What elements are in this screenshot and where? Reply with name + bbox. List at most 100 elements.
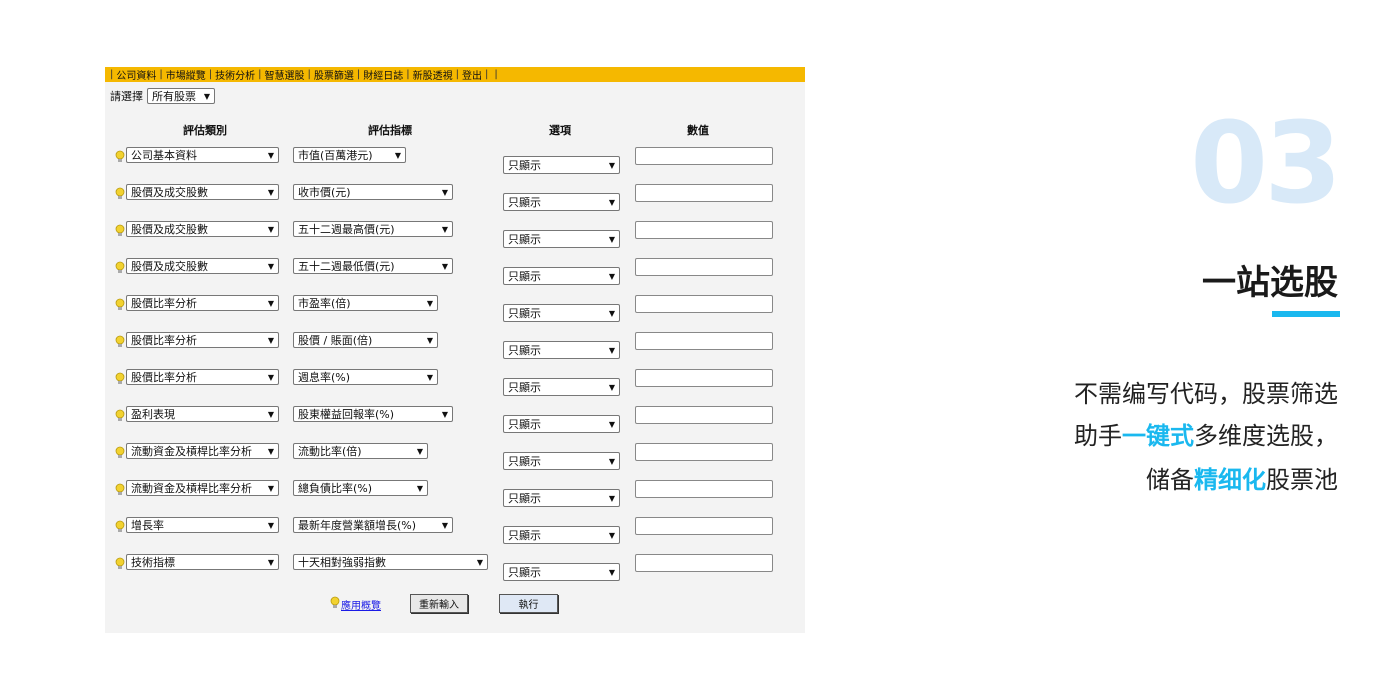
lightbulb-icon <box>115 483 125 497</box>
criteria-row: 股價比率分析 ▼ 股價 / 賬面(倍) ▼ 只顯示 ▼ <box>105 332 805 359</box>
value-input[interactable] <box>635 295 773 313</box>
indicator-select[interactable]: 市盈率(倍) ▼ <box>293 295 438 311</box>
option-value: 只顯示 <box>508 233 541 246</box>
category-select[interactable]: 流動資金及槓桿比率分析 ▼ <box>126 443 279 459</box>
lightbulb-icon <box>115 520 125 534</box>
indicator-value: 週息率(%) <box>298 371 351 384</box>
chevron-down-icon: ▼ <box>608 382 615 392</box>
option-select[interactable]: 只顯示 ▼ <box>503 156 620 174</box>
value-input[interactable] <box>635 147 773 165</box>
chevron-down-icon: ▼ <box>476 557 483 567</box>
category-select[interactable]: 股價及成交股數 ▼ <box>126 184 279 200</box>
value-input[interactable] <box>635 369 773 387</box>
indicator-value: 流動比率(倍) <box>298 445 362 458</box>
menu-item[interactable]: 新股透視 <box>413 67 453 82</box>
usage-guide-link[interactable]: 應用概覽 <box>341 597 381 612</box>
indicator-select[interactable]: 總負債比率(%) ▼ <box>293 480 428 496</box>
category-select[interactable]: 股價比率分析 ▼ <box>126 295 279 311</box>
menu-separator: | <box>485 69 489 80</box>
criteria-row: 股價及成交股數 ▼ 五十二週最高價(元) ▼ 只顯示 ▼ <box>105 221 805 248</box>
option-select[interactable]: 只顯示 ▼ <box>503 378 620 396</box>
category-select[interactable]: 股價比率分析 ▼ <box>126 369 279 385</box>
menu-item[interactable]: 登出 <box>462 67 482 82</box>
indicator-value: 十天相對強弱指數 <box>298 556 386 569</box>
option-select[interactable]: 只顯示 ▼ <box>503 489 620 507</box>
chevron-down-icon: ▼ <box>267 224 274 234</box>
value-input[interactable] <box>635 406 773 424</box>
value-input[interactable] <box>635 443 773 461</box>
indicator-select[interactable]: 流動比率(倍) ▼ <box>293 443 428 459</box>
chevron-down-icon: ▼ <box>441 409 448 419</box>
indicator-select[interactable]: 五十二週最低價(元) ▼ <box>293 258 453 274</box>
category-select[interactable]: 股價及成交股數 ▼ <box>126 258 279 274</box>
indicator-value: 股價 / 賬面(倍) <box>298 334 373 347</box>
indicator-select[interactable]: 十天相對強弱指數 ▼ <box>293 554 488 570</box>
option-select[interactable]: 只顯示 ▼ <box>503 341 620 359</box>
menu-item[interactable]: 市場縱覽 <box>166 67 206 82</box>
menu-item[interactable]: 技術分析 <box>215 67 255 82</box>
indicator-select[interactable]: 最新年度營業額增長(%) ▼ <box>293 517 453 533</box>
indicator-select[interactable]: 週息率(%) ▼ <box>293 369 438 385</box>
chevron-down-icon: ▼ <box>608 308 615 318</box>
feature-desc-line2: 助手一键式多维度选股， <box>1074 416 1338 451</box>
criteria-row: 股價及成交股數 ▼ 收市價(元) ▼ 只顯示 ▼ <box>105 184 805 211</box>
category-value: 流動資金及槓桿比率分析 <box>131 445 252 458</box>
chevron-down-icon: ▼ <box>426 372 433 382</box>
value-input[interactable] <box>635 554 773 572</box>
menu-item[interactable]: 智慧選股 <box>265 67 305 82</box>
value-input[interactable] <box>635 258 773 276</box>
menu-separator: | <box>159 69 163 80</box>
lightbulb-icon <box>115 446 125 460</box>
menu-separator: | <box>494 69 498 80</box>
category-select[interactable]: 增長率 ▼ <box>126 517 279 533</box>
criteria-row: 公司基本資料 ▼ 市值(百萬港元) ▼ 只顯示 ▼ <box>105 147 805 174</box>
option-value: 只顯示 <box>508 492 541 505</box>
value-input[interactable] <box>635 184 773 202</box>
indicator-select[interactable]: 股東權益回報率(%) ▼ <box>293 406 453 422</box>
option-select[interactable]: 只顯示 ▼ <box>503 304 620 322</box>
menu-separator: | <box>208 69 213 80</box>
menu-item[interactable]: 公司資料 <box>116 67 156 82</box>
value-input[interactable] <box>635 480 773 498</box>
menu-separator: | <box>356 69 361 80</box>
chevron-down-icon: ▼ <box>416 483 423 493</box>
criteria-row: 股價比率分析 ▼ 週息率(%) ▼ 只顯示 ▼ <box>105 369 805 396</box>
option-select[interactable]: 只顯示 ▼ <box>503 415 620 433</box>
option-select[interactable]: 只顯示 ▼ <box>503 452 620 470</box>
menu-item[interactable]: 財經日誌 <box>363 67 403 82</box>
indicator-select[interactable]: 股價 / 賬面(倍) ▼ <box>293 332 438 348</box>
form-footer: 應用概覽 重新輸入 執行 <box>105 594 805 614</box>
stock-scope-select[interactable]: 所有股票 ▼ <box>147 88 215 104</box>
indicator-select[interactable]: 收市價(元) ▼ <box>293 184 453 200</box>
lightbulb-icon <box>115 372 125 386</box>
category-select[interactable]: 流動資金及槓桿比率分析 ▼ <box>126 480 279 496</box>
category-select[interactable]: 技術指標 ▼ <box>126 554 279 570</box>
run-button[interactable]: 執行 <box>499 594 558 613</box>
menu-item[interactable]: 股票篩選 <box>314 67 354 82</box>
chevron-down-icon: ▼ <box>267 187 274 197</box>
chevron-down-icon: ▼ <box>426 335 433 345</box>
option-select[interactable]: 只顯示 ▼ <box>503 230 620 248</box>
menu-separator: | <box>406 69 410 80</box>
option-select[interactable]: 只顯示 ▼ <box>503 563 620 581</box>
criteria-row: 股價及成交股數 ▼ 五十二週最低價(元) ▼ 只顯示 ▼ <box>105 258 805 285</box>
category-select[interactable]: 股價比率分析 ▼ <box>126 332 279 348</box>
chevron-down-icon: ▼ <box>608 567 615 577</box>
category-select[interactable]: 盈利表現 ▼ <box>126 406 279 422</box>
category-select[interactable]: 公司基本資料 ▼ <box>126 147 279 163</box>
value-input[interactable] <box>635 221 773 239</box>
option-select[interactable]: 只顯示 ▼ <box>503 193 620 211</box>
option-select[interactable]: 只顯示 ▼ <box>503 526 620 544</box>
category-select[interactable]: 股價及成交股數 ▼ <box>126 221 279 237</box>
indicator-select[interactable]: 五十二週最高價(元) ▼ <box>293 221 453 237</box>
chevron-down-icon: ▼ <box>608 456 615 466</box>
indicator-select[interactable]: 市值(百萬港元) ▼ <box>293 147 406 163</box>
line3-text-end: 股票池 <box>1266 466 1338 494</box>
option-select[interactable]: 只顯示 ▼ <box>503 267 620 285</box>
chevron-down-icon: ▼ <box>416 446 423 456</box>
value-input[interactable] <box>635 517 773 535</box>
reset-button[interactable]: 重新輸入 <box>410 594 468 613</box>
value-input[interactable] <box>635 332 773 350</box>
chevron-down-icon: ▼ <box>608 530 615 540</box>
indicator-value: 股東權益回報率(%) <box>298 408 395 421</box>
